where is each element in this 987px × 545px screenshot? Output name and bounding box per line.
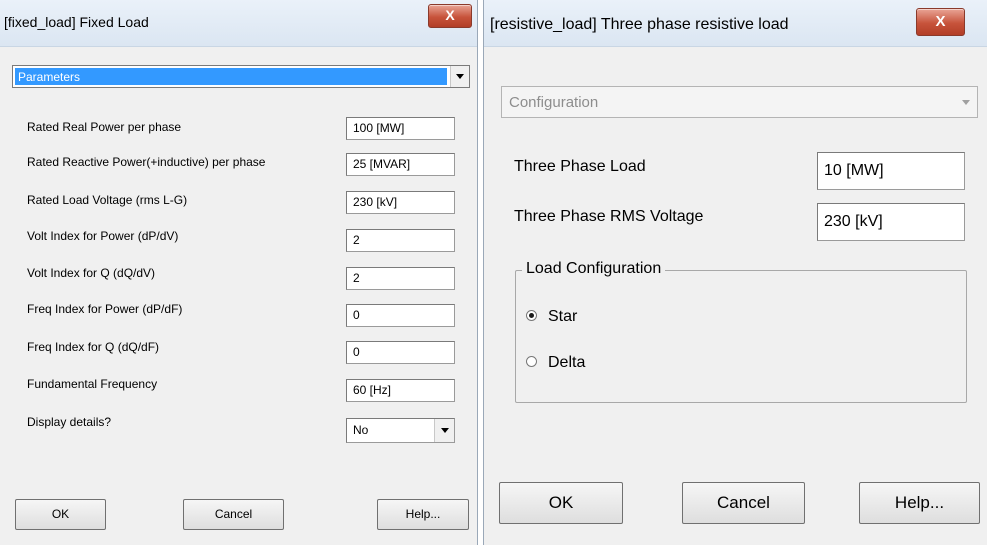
param-label: Freq Index for Q (dQ/dF) bbox=[27, 340, 160, 354]
help-button[interactable]: Help... bbox=[859, 482, 980, 524]
display-details-value: No bbox=[353, 423, 369, 437]
param-label: Rated Real Power per phase bbox=[27, 120, 182, 134]
param-label: Rated Load Voltage (rms L-G) bbox=[27, 193, 188, 207]
load-configuration-title: Load Configuration bbox=[522, 260, 666, 278]
param-label: Volt Index for Power (dP/dV) bbox=[27, 229, 179, 243]
section-dropdown[interactable]: Configuration bbox=[501, 86, 978, 118]
param-input[interactable]: 230 [kV] bbox=[346, 191, 455, 214]
section-dropdown[interactable]: Parameters bbox=[12, 65, 470, 88]
close-button[interactable]: X bbox=[916, 8, 965, 36]
fixed-load-title-bar[interactable]: [fixed_load] Fixed Load X bbox=[0, 0, 477, 47]
param-label: Three Phase Load bbox=[514, 158, 646, 175]
param-label: Three Phase RMS Voltage bbox=[514, 208, 704, 225]
ok-button[interactable]: OK bbox=[499, 482, 623, 524]
radio-label: Delta bbox=[548, 354, 586, 371]
radio-selected-icon bbox=[526, 310, 537, 321]
close-icon: X bbox=[445, 7, 455, 23]
chevron-down-icon[interactable] bbox=[954, 87, 977, 117]
cancel-button[interactable]: Cancel bbox=[183, 499, 284, 530]
chevron-down-icon[interactable] bbox=[434, 419, 454, 442]
param-input[interactable]: 60 [Hz] bbox=[346, 379, 455, 402]
ok-button[interactable]: OK bbox=[15, 499, 106, 530]
param-input[interactable]: 2 bbox=[346, 267, 455, 290]
fixed-load-dialog: [fixed_load] Fixed Load X Parameters Rat… bbox=[0, 0, 478, 545]
section-dropdown-value: Parameters bbox=[15, 68, 447, 85]
close-icon: X bbox=[935, 13, 946, 30]
cancel-button[interactable]: Cancel bbox=[682, 482, 805, 524]
param-input[interactable]: 100 [MW] bbox=[346, 117, 455, 140]
resistive-load-dialog: [resistive_load] Three phase resistive l… bbox=[483, 0, 987, 545]
param-label: Freq Index for Power (dP/dF) bbox=[27, 302, 183, 316]
param-input[interactable]: 25 [MVAR] bbox=[346, 153, 455, 176]
param-label: Fundamental Frequency bbox=[27, 377, 158, 391]
param-input[interactable]: 0 bbox=[346, 304, 455, 327]
resistive-load-window-title: [resistive_load] Three phase resistive l… bbox=[490, 16, 789, 33]
help-button[interactable]: Help... bbox=[377, 499, 469, 530]
param-input[interactable]: 0 bbox=[346, 341, 455, 364]
section-dropdown-label: Configuration bbox=[509, 94, 599, 111]
param-label: Volt Index for Q (dQ/dV) bbox=[27, 266, 156, 280]
display-details-dropdown[interactable]: No bbox=[346, 418, 455, 443]
display-details-label: Display details? bbox=[27, 415, 112, 429]
resistive-load-title-bar[interactable]: [resistive_load] Three phase resistive l… bbox=[484, 0, 987, 47]
load-configuration-group: Load Configuration Star Delta bbox=[515, 260, 967, 403]
param-input[interactable]: 2 bbox=[346, 229, 455, 252]
radio-unselected-icon bbox=[526, 356, 537, 367]
chevron-down-icon[interactable] bbox=[450, 66, 469, 87]
close-button[interactable]: X bbox=[428, 4, 472, 28]
param-input[interactable]: 10 [MW] bbox=[817, 152, 965, 190]
param-label: Rated Reactive Power(+inductive) per pha… bbox=[27, 155, 266, 169]
fixed-load-window-title: [fixed_load] Fixed Load bbox=[4, 14, 149, 30]
section-dropdown-label: Parameters bbox=[18, 70, 81, 84]
radio-label: Star bbox=[548, 308, 578, 325]
param-input[interactable]: 230 [kV] bbox=[817, 203, 965, 241]
